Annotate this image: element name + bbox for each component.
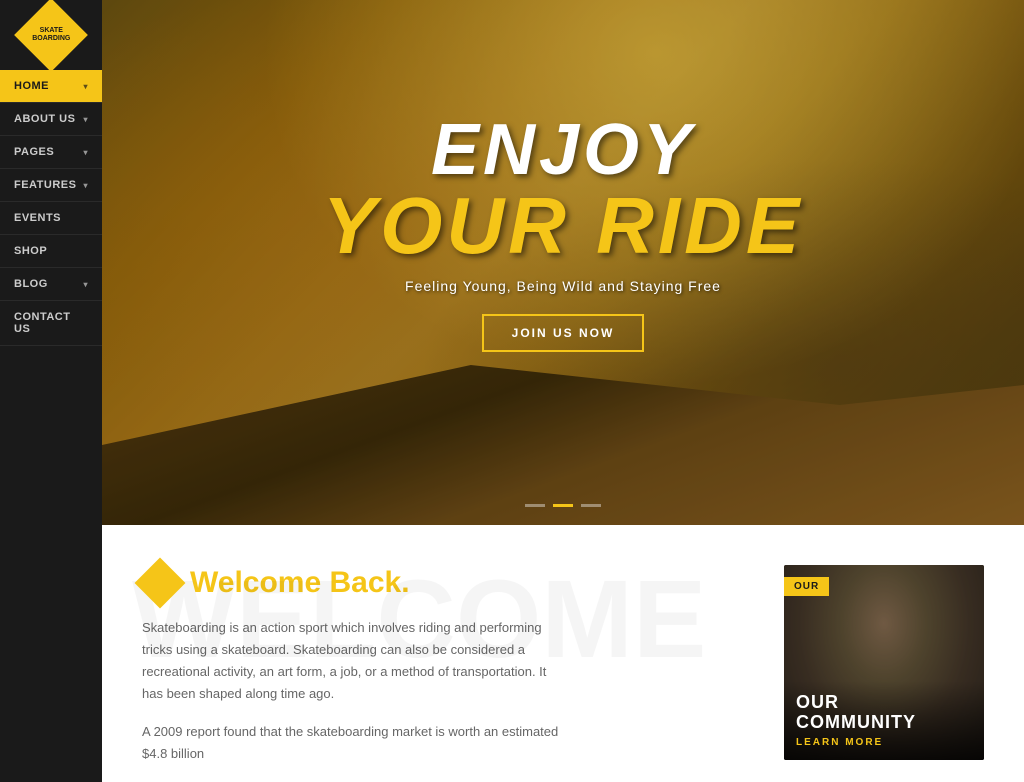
sidebar: Skate BOARDING HOME ▾ ABOUT US ▾ PAGES ▾… xyxy=(0,0,102,782)
nav-item-about-us[interactable]: ABOUT US ▾ xyxy=(0,103,102,136)
nav-item-pages[interactable]: PAGES ▾ xyxy=(0,136,102,169)
sidebar-logo[interactable]: Skate BOARDING xyxy=(0,0,102,70)
chevron-down-icon: ▾ xyxy=(83,181,88,190)
welcome-title: Welcome Back. xyxy=(190,566,410,600)
logo-diamond: Skate BOARDING xyxy=(14,0,88,72)
welcome-desc-1: Skateboarding is an action sport which i… xyxy=(142,617,562,705)
logo-text: Skate BOARDING xyxy=(32,27,70,42)
nav-item-contact-us[interactable]: CONTACT US xyxy=(0,301,102,346)
hero-subtitle: Feeling Young, Being Wild and Staying Fr… xyxy=(323,278,804,294)
hero-dot-1[interactable] xyxy=(525,504,545,507)
hero-dot-3[interactable] xyxy=(581,504,601,507)
community-card: OUR OUR COMMUNITY LEARN MORE xyxy=(784,565,984,760)
hero-dot-2[interactable] xyxy=(553,504,573,507)
nav-item-blog[interactable]: BLOG ▾ xyxy=(0,268,102,301)
chevron-down-icon: ▾ xyxy=(83,280,88,289)
hero-cta-button[interactable]: JOIN US NOW xyxy=(482,314,645,352)
welcome-diamond-icon xyxy=(135,558,186,609)
welcome-title-wrapper: Welcome Back. xyxy=(142,565,754,601)
community-label: OUR COMMUNITY xyxy=(796,693,972,733)
nav-item-shop[interactable]: SHOP xyxy=(0,235,102,268)
nav-item-features[interactable]: FEATURES ▾ xyxy=(0,169,102,202)
nav-item-events[interactable]: EVENTS xyxy=(0,202,102,235)
nav-item-home[interactable]: HOME ▾ xyxy=(0,70,102,103)
chevron-down-icon: ▾ xyxy=(83,148,88,157)
chevron-down-icon: ▾ xyxy=(83,82,88,91)
main-content: ENJOY YOUR RIDE Feeling Young, Being Wil… xyxy=(102,0,1024,782)
community-card-area: OUR OUR COMMUNITY LEARN MORE xyxy=(784,565,984,782)
welcome-desc-2: A 2009 report found that the skateboardi… xyxy=(142,721,562,765)
community-tag: OUR xyxy=(784,577,829,596)
bottom-section: Welcome Welcome Back. Skateboarding is a… xyxy=(102,525,1024,782)
hero-section: ENJOY YOUR RIDE Feeling Young, Being Wil… xyxy=(102,0,1024,525)
community-card-bottom: OUR COMMUNITY LEARN MORE xyxy=(784,681,984,760)
chevron-down-icon: ▾ xyxy=(83,115,88,124)
hero-title-line1: ENJOY xyxy=(323,114,804,186)
hero-content: ENJOY YOUR RIDE Feeling Young, Being Wil… xyxy=(323,114,804,412)
welcome-area: Welcome Back. Skateboarding is an action… xyxy=(142,565,784,782)
welcome-title-dot: . xyxy=(401,566,409,599)
community-learn-more-button[interactable]: LEARN MORE xyxy=(796,737,972,748)
hero-slider-dots xyxy=(525,504,601,507)
hero-title-line2: YOUR RIDE xyxy=(323,186,804,266)
